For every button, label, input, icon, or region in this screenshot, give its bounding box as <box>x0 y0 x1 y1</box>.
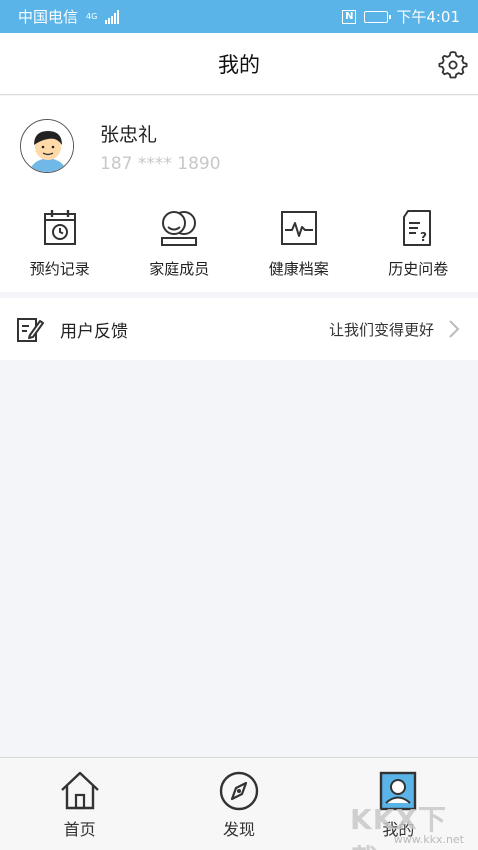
quick-action-family[interactable]: 家庭成员 <box>120 200 240 292</box>
clock: 下午4:01 <box>396 8 460 26</box>
home-icon <box>60 771 99 810</box>
nav-bar: 我的 <box>0 33 478 95</box>
carrier-label: 中国电信 <box>18 8 79 26</box>
calendar-clock-icon <box>43 210 76 245</box>
svg-text:?: ? <box>420 230 427 244</box>
nfc-icon: N <box>342 9 357 24</box>
battery-icon <box>364 10 392 23</box>
status-bar: 中国电信 4G N 下午4:01 <box>0 0 478 33</box>
quick-action-label: 预约记录 <box>29 260 90 278</box>
quick-action-questionnaires[interactable]: ? 历史问卷 <box>359 200 478 292</box>
feedback-row[interactable]: 用户反馈 让我们变得更好 <box>0 298 478 360</box>
heartbeat-icon <box>280 211 317 245</box>
page-title: 我的 <box>218 52 260 77</box>
quick-action-appointments[interactable]: 预约记录 <box>0 200 120 292</box>
quick-action-label: 历史问卷 <box>388 260 449 278</box>
questionnaire-icon: ? <box>403 210 432 246</box>
tab-label: 首页 <box>63 820 96 839</box>
signal-icon <box>105 9 120 24</box>
quick-action-label: 家庭成员 <box>149 260 210 278</box>
tab-discover[interactable]: 发现 <box>159 758 318 850</box>
compass-icon <box>219 771 259 811</box>
quick-actions: 预约记录 家庭成员 健康档案 ? 历史问卷 <box>0 200 478 292</box>
profile-card[interactable]: 张忠礼 187 **** 1890 <box>0 96 478 200</box>
watermark: KKX下载 www.kkx.net <box>350 798 470 850</box>
status-left: 中国电信 4G <box>18 6 120 27</box>
status-right: N 下午4:01 <box>342 6 460 27</box>
network-type: 4G <box>86 11 98 21</box>
gear-icon[interactable] <box>438 49 468 79</box>
quick-action-health-records[interactable]: 健康档案 <box>239 200 359 292</box>
tab-label: 发现 <box>222 820 255 839</box>
watermark-url: www.kkx.net <box>393 833 464 846</box>
avatar-illustration <box>21 120 73 172</box>
feedback-hint: 让我们变得更好 <box>328 320 434 339</box>
feedback-label: 用户反馈 <box>60 321 128 342</box>
avatar[interactable] <box>20 119 74 173</box>
tab-home[interactable]: 首页 <box>0 758 159 850</box>
edit-note-icon <box>17 318 44 342</box>
chevron-right-icon <box>449 320 460 338</box>
family-members-icon <box>161 211 198 246</box>
user-name: 张忠礼 <box>100 124 158 146</box>
quick-action-label: 健康档案 <box>268 260 329 278</box>
user-phone: 187 **** 1890 <box>100 154 221 174</box>
